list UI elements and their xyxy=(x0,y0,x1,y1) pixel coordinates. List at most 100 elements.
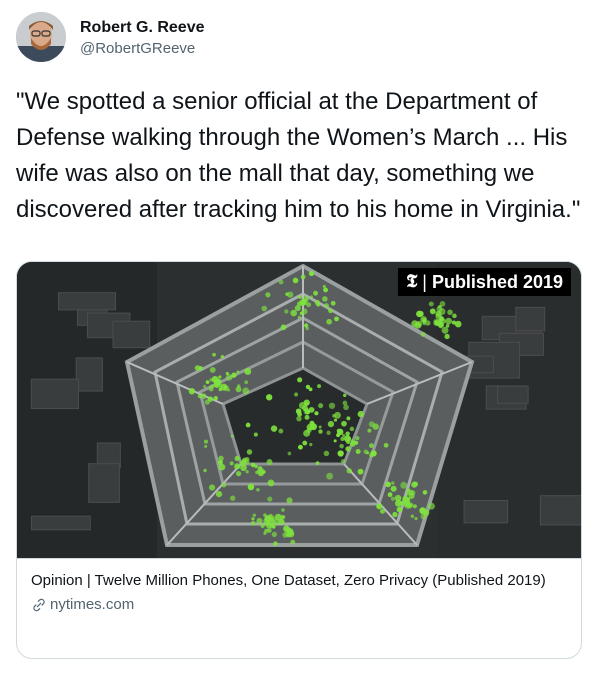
location-dot xyxy=(270,425,278,432)
location-dot xyxy=(280,324,287,331)
location-dot xyxy=(281,508,285,512)
location-dot xyxy=(225,374,233,381)
location-dot xyxy=(326,430,331,436)
location-dot xyxy=(342,400,348,406)
location-dot xyxy=(297,315,302,319)
card-title[interactable]: Opinion | Twelve Million Phones, One Dat… xyxy=(31,571,567,591)
badge-text: Published 2019 xyxy=(431,272,563,292)
building-block xyxy=(31,515,91,531)
location-dot xyxy=(235,386,242,393)
location-dot xyxy=(295,408,302,415)
location-dot xyxy=(220,354,225,359)
location-dot xyxy=(346,440,351,445)
location-dot xyxy=(292,277,299,284)
location-dot xyxy=(284,309,289,314)
location-dot xyxy=(230,495,236,501)
location-dot xyxy=(300,274,306,280)
location-dot xyxy=(278,428,284,434)
location-dot xyxy=(203,468,207,473)
location-dot xyxy=(294,392,299,397)
location-dot xyxy=(322,284,326,289)
building-block xyxy=(88,463,120,503)
location-dot xyxy=(250,462,256,468)
location-dot xyxy=(404,499,411,506)
location-dot xyxy=(245,470,249,474)
location-dot xyxy=(267,479,275,487)
location-dot xyxy=(355,448,361,454)
location-dot xyxy=(212,352,216,357)
location-dot xyxy=(454,320,462,328)
location-dot xyxy=(343,404,349,411)
location-dot xyxy=(290,309,297,317)
location-dot xyxy=(412,504,417,509)
location-dot xyxy=(297,444,303,450)
location-dot xyxy=(406,488,411,493)
building-block xyxy=(112,320,151,349)
card-body: Opinion | Twelve Million Phones, One Dat… xyxy=(17,558,581,615)
location-dot xyxy=(340,436,345,441)
location-dot xyxy=(327,420,335,428)
location-dot xyxy=(425,320,431,326)
location-dot xyxy=(357,410,364,418)
location-dot xyxy=(313,290,319,296)
location-dot xyxy=(427,502,435,510)
card-image[interactable]: 𝕿 | Published 2019 xyxy=(17,262,581,558)
location-dot xyxy=(318,403,324,409)
location-dot xyxy=(394,499,402,507)
location-dot xyxy=(452,313,457,319)
location-dot xyxy=(330,300,336,306)
location-dot xyxy=(316,302,321,307)
location-dot xyxy=(349,441,356,447)
location-dot xyxy=(422,509,430,517)
location-dot xyxy=(437,321,445,328)
location-dot xyxy=(286,291,294,298)
building-block xyxy=(463,500,509,524)
location-dot xyxy=(332,414,336,418)
location-dot xyxy=(387,492,393,498)
location-dot xyxy=(197,393,203,399)
location-dot xyxy=(334,316,339,322)
location-dot xyxy=(328,308,333,314)
location-dot xyxy=(304,402,309,406)
user-avatar-icon xyxy=(16,12,66,62)
location-dot xyxy=(314,411,319,416)
location-dot xyxy=(417,310,424,317)
location-dot xyxy=(441,326,449,334)
display-name[interactable]: Robert G. Reeve xyxy=(80,18,204,38)
location-dot xyxy=(287,451,292,456)
location-dot xyxy=(391,481,395,485)
location-dot xyxy=(308,270,315,277)
location-dot xyxy=(261,469,266,474)
location-dot xyxy=(221,482,227,488)
location-dot xyxy=(379,508,386,514)
location-dot xyxy=(301,298,307,304)
location-dot xyxy=(244,367,252,375)
card-domain[interactable]: nytimes.com xyxy=(31,595,567,615)
location-dot xyxy=(369,443,374,448)
pentagon-aerial-image xyxy=(17,262,581,558)
location-dot xyxy=(299,311,304,316)
location-dot xyxy=(250,520,256,526)
location-dot xyxy=(318,425,322,429)
location-dot xyxy=(266,520,271,525)
location-dot xyxy=(303,429,311,437)
location-dot xyxy=(340,459,346,464)
location-dot xyxy=(345,446,350,451)
location-dot xyxy=(227,388,231,392)
location-dot xyxy=(263,513,267,517)
location-dot xyxy=(282,532,288,538)
location-dot xyxy=(271,531,278,538)
location-dot xyxy=(337,450,344,457)
location-dot xyxy=(410,514,415,518)
user-handle[interactable]: @RobertGReeve xyxy=(80,39,204,59)
link-card[interactable]: 𝕿 | Published 2019 Opinion | Twelve Mill… xyxy=(16,261,582,659)
location-dot xyxy=(306,423,314,431)
location-dot xyxy=(323,287,328,293)
location-dot xyxy=(309,295,313,299)
location-dot xyxy=(297,377,303,383)
location-dot xyxy=(266,459,273,465)
avatar[interactable] xyxy=(16,12,66,62)
location-dot xyxy=(260,523,265,528)
location-dot xyxy=(209,366,216,373)
location-dot xyxy=(341,420,347,427)
